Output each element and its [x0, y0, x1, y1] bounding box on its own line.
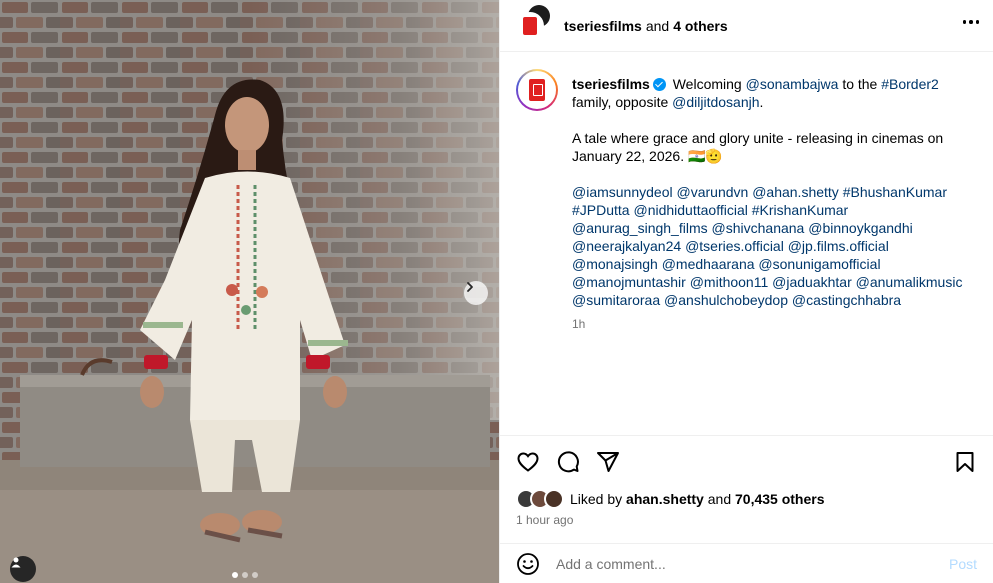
mention-link[interactable]: @varundvn — [677, 184, 749, 200]
mention-link[interactable]: @anumalikmusic — [856, 274, 963, 290]
hashtag-link[interactable]: #JPDutta — [572, 202, 630, 218]
tseries-logo-icon — [523, 16, 537, 35]
post-header: tseriesfilms and 4 others — [500, 0, 993, 52]
avatar — [516, 11, 544, 40]
verified-icon — [652, 78, 666, 91]
mention-link[interactable]: @neerajkalyan24 — [572, 238, 681, 254]
mention-link[interactable]: @sonambajwa — [746, 76, 839, 92]
header-and-text: and — [645, 17, 670, 34]
header-username[interactable]: tseriesfilms — [564, 18, 642, 34]
bookmark-icon — [956, 452, 974, 472]
comment-button[interactable] — [556, 450, 580, 474]
collab-avatars[interactable] — [516, 4, 550, 43]
mention-link[interactable]: @tseries.official — [685, 238, 784, 254]
mention-link[interactable]: @medhaarana — [662, 256, 755, 272]
like-button[interactable] — [516, 450, 540, 474]
caption-paragraph: A tale where grace and glory unite - rel… — [572, 130, 944, 164]
mention-link[interactable]: @anurag_singh_films — [572, 220, 708, 236]
user-tags-button[interactable] — [10, 556, 36, 582]
caption-area: tseriesfilms Welcoming @sonambajwa to th… — [500, 53, 993, 435]
carousel-dots — [232, 572, 258, 578]
likes-and: and — [707, 491, 732, 507]
mention-link[interactable]: @manojmuntashir — [572, 274, 686, 290]
heart-icon — [517, 452, 539, 472]
user-tag-icon — [11, 557, 21, 568]
mention-link[interactable]: @mithoon11 — [690, 274, 769, 290]
likes-count[interactable]: 70,435 others — [735, 491, 825, 507]
mention-link[interactable]: @diljitdosanjh — [672, 94, 759, 110]
comment-icon — [557, 451, 579, 473]
carousel-dot-active — [232, 572, 238, 578]
caption-tags: @iamsunnydeol @varundvn @ahan.shetty #Bh… — [572, 183, 977, 309]
mention-link[interactable]: @sumitaroraa — [572, 292, 660, 308]
caption-text: . — [759, 94, 764, 110]
more-options-button[interactable] — [962, 20, 979, 24]
emoji-icon — [517, 552, 539, 575]
carousel-dot — [252, 572, 258, 578]
caption-text: family, — [572, 94, 612, 110]
hashtag-link[interactable]: #BhushanKumar — [843, 184, 947, 200]
more-icon — [975, 20, 979, 24]
likes-row: Liked by ahan.shetty and 70,435 others — [516, 487, 977, 511]
mention-link[interactable]: @jp.films.official — [788, 238, 889, 254]
caption-text: to the — [842, 76, 878, 92]
liker-avatars — [516, 489, 568, 509]
more-icon — [962, 20, 966, 24]
mention-link[interactable]: @iamsunnydeol — [572, 184, 673, 200]
mention-link[interactable]: @castingchhabra — [792, 292, 901, 308]
action-icons — [516, 436, 977, 488]
avatar — [544, 489, 564, 509]
header-others-link[interactable]: 4 others — [673, 18, 727, 34]
hashtag-link[interactable]: #Border2 — [881, 76, 939, 92]
next-slide-button[interactable] — [464, 281, 488, 305]
save-button[interactable] — [953, 450, 977, 474]
caption-line: tseriesfilms Welcoming @sonambajwa to th… — [572, 75, 977, 111]
caption-text: Welcoming — [672, 76, 742, 92]
caption-text: opposite — [615, 94, 669, 110]
more-icon — [969, 20, 973, 24]
avatar — [518, 71, 556, 109]
post-comment-button[interactable]: Post — [949, 556, 977, 572]
comment-input[interactable] — [556, 555, 949, 572]
mention-link[interactable]: @jaduakhtar — [772, 274, 852, 290]
mention-link[interactable]: @ahan.shetty — [752, 184, 839, 200]
mention-link[interactable]: @binnoykgandhi — [808, 220, 913, 236]
hashtag-link[interactable]: #KrishanKumar — [752, 202, 849, 218]
mention-link[interactable]: @anshulchobeydop — [664, 292, 788, 308]
mention-link[interactable]: @monajsingh — [572, 256, 658, 272]
post-actions: Liked by ahan.shetty and 70,435 others 1… — [500, 435, 993, 543]
likes-text: Liked by ahan.shetty and 70,435 others — [570, 491, 825, 507]
mention-link[interactable]: @shivchanana — [712, 220, 805, 236]
share-icon — [597, 452, 619, 472]
caption-avatar[interactable] — [516, 69, 558, 111]
carousel-dot — [242, 572, 248, 578]
likes-prefix: Liked by — [570, 491, 623, 507]
photo-illustration — [0, 0, 499, 583]
caption-username[interactable]: tseriesfilms — [572, 76, 650, 92]
post-photo — [0, 0, 499, 583]
share-button[interactable] — [596, 450, 620, 474]
emoji-button[interactable] — [516, 552, 540, 576]
mention-link[interactable]: @nidhiduttaofficial — [633, 202, 747, 218]
chevron-right-icon — [467, 282, 473, 292]
caption-body: tseriesfilms Welcoming @sonambajwa to th… — [572, 69, 977, 435]
caption-time[interactable]: 1h — [572, 315, 977, 333]
mention-link[interactable]: @sonunigamofficial — [758, 256, 880, 272]
post-time[interactable]: 1 hour ago — [516, 513, 977, 527]
post-sidebar: tseriesfilms and 4 others tseriesfilms W… — [499, 0, 993, 583]
liker-username[interactable]: ahan.shetty — [626, 491, 704, 507]
comment-bar: Post — [500, 543, 993, 583]
tseries-logo-icon — [529, 79, 545, 101]
